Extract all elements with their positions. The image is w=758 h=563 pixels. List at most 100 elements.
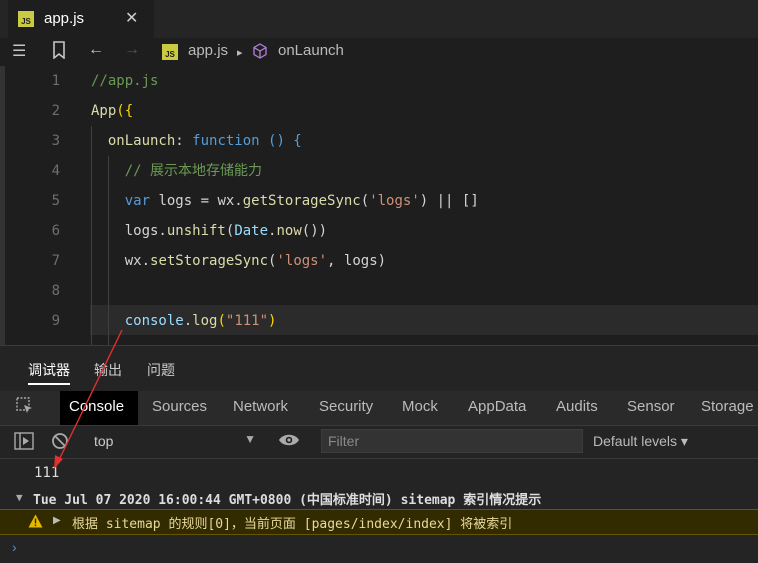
group-header-text: Tue Jul 07 2020 16:00:44 GMT+0800 (中国标准时…	[33, 493, 542, 508]
line-number: 6	[51, 223, 60, 239]
code-token: log	[192, 313, 218, 329]
tab-security[interactable]: Security	[319, 398, 373, 415]
console-toolbar: top ▼ Default levels ▾	[0, 426, 758, 459]
code-token: 'logs'	[276, 253, 328, 269]
code-token: (	[360, 193, 370, 209]
forward-arrow-icon[interactable]: →	[124, 41, 140, 59]
code-token: now	[276, 223, 302, 239]
line-number: 4	[51, 163, 60, 179]
editor-toolbar: ☰ ← →	[0, 38, 758, 66]
breadcrumb-symbol[interactable]: onLaunch	[278, 42, 344, 59]
warning-icon	[28, 514, 43, 533]
console-log-output: 111	[34, 465, 60, 481]
line-number: 9	[51, 313, 60, 329]
code-token: onLaunch	[91, 133, 176, 149]
code-line[interactable]: 2 App({	[0, 96, 758, 126]
tab-debugger[interactable]: 调试器	[28, 360, 70, 380]
line-number: 5	[51, 193, 60, 209]
line-number: 1	[51, 73, 60, 89]
code-token: setStorageSync	[150, 253, 269, 269]
expand-triangle-icon[interactable]: ▶	[53, 515, 61, 526]
console-warning-row[interactable]: ▶ 根据 sitemap 的规则[0]，当前页面 [pages/index/in…	[0, 509, 758, 535]
code-text: App({	[91, 96, 133, 126]
list-icon[interactable]: ☰	[12, 41, 26, 61]
tab-app-js[interactable]: JS app.js ✕	[8, 0, 154, 38]
code-token: //app.js	[91, 73, 159, 89]
code-text: console.log("111")	[91, 306, 277, 336]
code-line[interactable]: 6 logs.unshift(Date.now())	[0, 216, 758, 246]
inspect-element-icon[interactable]	[16, 397, 34, 420]
code-text: logs.unshift(Date.now())	[91, 216, 327, 246]
code-line[interactable]: 9 console.log("111")	[0, 306, 758, 336]
code-token: "111"	[225, 313, 269, 329]
line-number: 2	[51, 103, 60, 119]
code-text: // 展示本地存储能力	[91, 156, 262, 186]
code-token: function	[192, 133, 260, 149]
context-select-value: top	[94, 433, 114, 449]
devtools-tab-bar: Console Sources Network Security Mock Ap…	[0, 391, 758, 426]
code-token: wx.	[91, 253, 151, 269]
tab-audits[interactable]: Audits	[556, 398, 598, 415]
tab-sensor[interactable]: Sensor	[627, 398, 675, 415]
code-text: onLaunch: function () {	[91, 126, 302, 156]
code-token: // 展示本地存储能力	[91, 163, 263, 179]
editor-tab-bar: JS app.js ✕	[0, 0, 758, 38]
code-token: 'logs'	[369, 193, 420, 209]
tab-storage[interactable]: Storage	[701, 398, 754, 415]
tab-console[interactable]: Console	[69, 398, 124, 415]
code-token: console	[91, 313, 184, 329]
show-sidebar-icon[interactable]	[14, 432, 34, 455]
tab-network[interactable]: Network	[233, 398, 288, 415]
code-token: Date	[234, 223, 269, 239]
code-line[interactable]: 7 wx.setStorageSync('logs', logs)	[0, 246, 758, 276]
line-number: 8	[51, 283, 60, 299]
tab-problems[interactable]: 问题	[147, 360, 175, 380]
js-file-icon: JS	[18, 11, 34, 27]
code-token: ) || []	[419, 193, 479, 209]
code-token: , logs)	[327, 253, 387, 269]
console-prompt-icon[interactable]: ›	[12, 539, 17, 555]
code-token: )	[268, 313, 277, 329]
tab-label: app.js	[44, 10, 85, 27]
breadcrumb-separator-icon: ▸	[237, 47, 243, 59]
filter-input[interactable]	[322, 430, 582, 452]
tab-mock[interactable]: Mock	[402, 398, 438, 415]
breadcrumb-file[interactable]: app.js	[188, 42, 228, 59]
context-select[interactable]: top ▼	[84, 429, 264, 453]
code-token: :	[175, 133, 193, 149]
clear-console-icon[interactable]	[51, 432, 69, 455]
debug-panel: 调试器 输出 问题 Console Sources Network Securi…	[0, 345, 758, 563]
tab-sources[interactable]: Sources	[152, 398, 207, 415]
tab-output[interactable]: 输出	[94, 360, 122, 380]
code-token: App	[91, 103, 117, 119]
back-arrow-icon[interactable]: ←	[88, 41, 104, 59]
js-file-icon: JS	[162, 44, 178, 60]
code-line[interactable]: 5 var logs = wx.getStorageSync('logs') |…	[0, 186, 758, 216]
cube-icon	[252, 43, 268, 63]
expand-triangle-icon[interactable]: ▼	[16, 491, 23, 504]
chevron-down-icon: ▼	[244, 432, 256, 446]
code-line[interactable]: 8	[0, 276, 758, 306]
log-levels-dropdown[interactable]: Default levels ▾	[593, 433, 688, 450]
line-number: 7	[51, 253, 60, 269]
code-token: ())	[301, 223, 328, 239]
code-line[interactable]: 3 onLaunch: function () {	[0, 126, 758, 156]
code-token: unshift	[166, 223, 226, 239]
code-token: getStorageSync	[242, 193, 361, 209]
code-text: //app.js	[91, 66, 158, 96]
code-token: var	[91, 193, 151, 209]
tab-appdata[interactable]: AppData	[468, 398, 526, 415]
code-text: var logs = wx.getStorageSync('logs') || …	[91, 186, 479, 216]
close-icon[interactable]: ✕	[125, 8, 138, 28]
code-token: logs = wx.	[150, 193, 243, 209]
code-text: wx.setStorageSync('logs', logs)	[91, 246, 386, 276]
code-token: (	[217, 313, 226, 329]
warning-text: 根据 sitemap 的规则[0]，当前页面 [pages/index/inde…	[72, 517, 513, 532]
bookmark-icon[interactable]	[52, 41, 66, 64]
eye-icon[interactable]	[278, 432, 300, 453]
code-token: logs.	[91, 223, 167, 239]
code-token: ({	[116, 103, 134, 119]
filter-input-wrap	[321, 429, 583, 453]
code-line[interactable]: 1 //app.js	[0, 66, 758, 96]
code-line[interactable]: 4 // 展示本地存储能力	[0, 156, 758, 186]
